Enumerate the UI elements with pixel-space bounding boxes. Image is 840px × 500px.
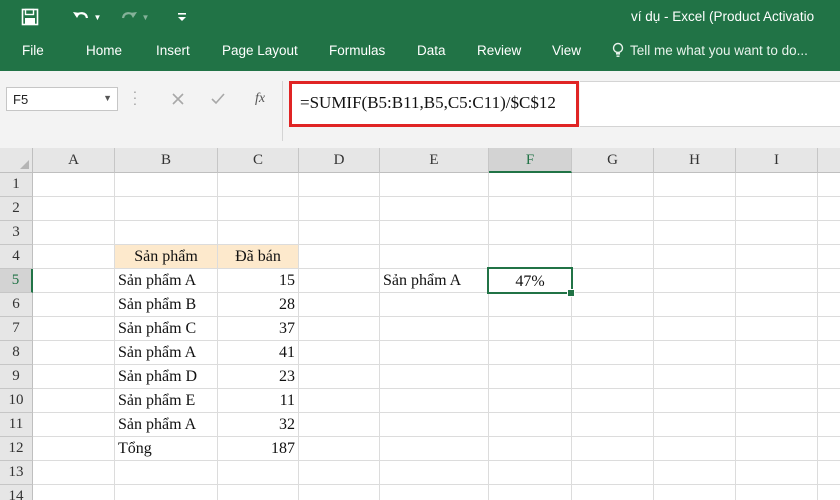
row-header-3[interactable]: 3 — [0, 221, 33, 245]
gridline — [488, 173, 489, 500]
tab-view[interactable]: View — [552, 43, 581, 58]
column-header-h[interactable]: H — [654, 148, 736, 173]
column-header-g[interactable]: G — [572, 148, 654, 173]
gridline — [33, 460, 840, 461]
cell-c7[interactable]: 37 — [218, 317, 298, 340]
cell-b11[interactable]: Sản phẩm A — [115, 413, 217, 436]
row-header-12[interactable]: 12 — [0, 437, 33, 461]
row-header-2[interactable]: 2 — [0, 197, 33, 221]
undo-icon — [72, 12, 88, 19]
tab-page-layout[interactable]: Page Layout — [222, 43, 298, 58]
enter-check-icon[interactable] — [206, 87, 230, 111]
cell-b7[interactable]: Sản phẩm C — [115, 317, 217, 340]
chevron-down-icon: ▼ — [141, 12, 150, 22]
chevron-down-icon[interactable]: ▼ — [103, 93, 112, 103]
lightbulb-icon — [612, 42, 624, 57]
row-header-4[interactable]: 4 — [0, 245, 33, 269]
row-header-7[interactable]: 7 — [0, 317, 33, 341]
cell-b9[interactable]: Sản phẩm D — [115, 365, 217, 388]
save-icon[interactable] — [18, 5, 42, 29]
cell-c11[interactable]: 32 — [218, 413, 298, 436]
customize-toolbar-button[interactable] — [170, 5, 194, 29]
formula-bar-area: F5 ▼ · · · fx =SUMIF(B5:B11,B5,C5:C11)/$C$… — [0, 71, 840, 148]
column-header-f[interactable]: F — [489, 148, 572, 173]
tab-file[interactable]: File — [22, 43, 44, 58]
formula-input[interactable]: =SUMIF(B5:B11,B5,C5:C11)/$C$12 — [289, 81, 579, 127]
redo-icon — [121, 12, 137, 19]
insert-function-icon[interactable]: fx — [248, 87, 272, 111]
cell-f5-value: 47% — [515, 273, 545, 290]
row-header-6[interactable]: 6 — [0, 293, 33, 317]
cell-b5[interactable]: Sản phẩm A — [115, 269, 217, 292]
gridline — [33, 220, 840, 221]
cell-c4[interactable]: Đã bán — [218, 245, 298, 268]
select-all-button[interactable] — [0, 148, 33, 173]
tell-me-text: Tell me what you want to do... — [630, 42, 808, 58]
gridline — [33, 196, 840, 197]
column-header-j[interactable] — [818, 148, 840, 173]
cell-c5[interactable]: 15 — [218, 269, 298, 292]
gridline — [735, 173, 736, 500]
row-header-13[interactable]: 13 — [0, 461, 33, 485]
gridline — [379, 173, 380, 500]
cell-e5[interactable]: Sản phẩm A — [380, 269, 488, 292]
active-cell-f5[interactable]: 47% — [487, 267, 573, 294]
drag-handle-icon[interactable]: · · · — [132, 84, 138, 110]
undo-button[interactable]: ▼ — [66, 5, 106, 29]
redo-button[interactable]: ▼ — [114, 5, 154, 29]
name-box[interactable]: F5 ▼ — [6, 87, 118, 111]
name-box-value: F5 — [13, 92, 29, 107]
formula-input-extension[interactable] — [580, 81, 840, 127]
row-header-14[interactable]: 14 — [0, 485, 33, 500]
column-header-i[interactable]: I — [736, 148, 818, 173]
tab-review[interactable]: Review — [477, 43, 521, 58]
tell-me-search[interactable]: Tell me what you want to do... — [612, 42, 808, 58]
column-header-a[interactable]: A — [33, 148, 115, 173]
cell-c9[interactable]: 23 — [218, 365, 298, 388]
title-bar: ▼ ▼ ví dụ - Excel (Product Activatio — [0, 0, 840, 35]
gridline — [298, 173, 299, 500]
row-header-9[interactable]: 9 — [0, 365, 33, 389]
column-header-d[interactable]: D — [299, 148, 380, 173]
row-header-1[interactable]: 1 — [0, 173, 33, 197]
cell-c10[interactable]: 11 — [218, 389, 298, 412]
window-title: ví dụ - Excel (Product Activatio — [631, 9, 815, 24]
tab-formulas[interactable]: Formulas — [329, 43, 385, 58]
gridline — [571, 173, 572, 500]
tab-home[interactable]: Home — [86, 43, 122, 58]
select-all-icon — [20, 160, 29, 169]
chevron-down-icon: ▼ — [93, 12, 102, 22]
cell-b10[interactable]: Sản phẩm E — [115, 389, 217, 412]
gridline — [33, 484, 840, 485]
gridline — [653, 173, 654, 500]
row-header-10[interactable]: 10 — [0, 389, 33, 413]
row-header-8[interactable]: 8 — [0, 341, 33, 365]
column-header-e[interactable]: E — [380, 148, 489, 173]
formula-text: =SUMIF(B5:B11,B5,C5:C11)/$C$12 — [300, 93, 556, 112]
divider — [282, 81, 283, 141]
cell-c8[interactable]: 41 — [218, 341, 298, 364]
cell-c12[interactable]: 187 — [218, 437, 298, 460]
cell-b4[interactable]: Sản phẩm — [115, 245, 217, 268]
cell-c6[interactable]: 28 — [218, 293, 298, 316]
column-header-b[interactable]: B — [115, 148, 218, 173]
fill-handle[interactable] — [567, 289, 575, 297]
row-header-5[interactable]: 5 — [0, 269, 33, 293]
ribbon: File Home Insert Page Layout Formulas Da… — [0, 35, 840, 71]
tab-data[interactable]: Data — [417, 43, 446, 58]
tab-insert[interactable]: Insert — [156, 43, 190, 58]
cell-b8[interactable]: Sản phẩm A — [115, 341, 217, 364]
cell-b12[interactable]: Tổng — [115, 437, 217, 460]
gridline — [817, 173, 818, 500]
column-header-c[interactable]: C — [218, 148, 299, 173]
cell-b6[interactable]: Sản phẩm B — [115, 293, 217, 316]
row-header-11[interactable]: 11 — [0, 413, 33, 437]
spreadsheet-grid[interactable]: A B C D E F G H I 1 2 3 4 5 6 7 8 9 10 1… — [0, 148, 840, 500]
customize-toolbar-icon — [178, 13, 186, 21]
cancel-icon[interactable] — [166, 87, 190, 111]
